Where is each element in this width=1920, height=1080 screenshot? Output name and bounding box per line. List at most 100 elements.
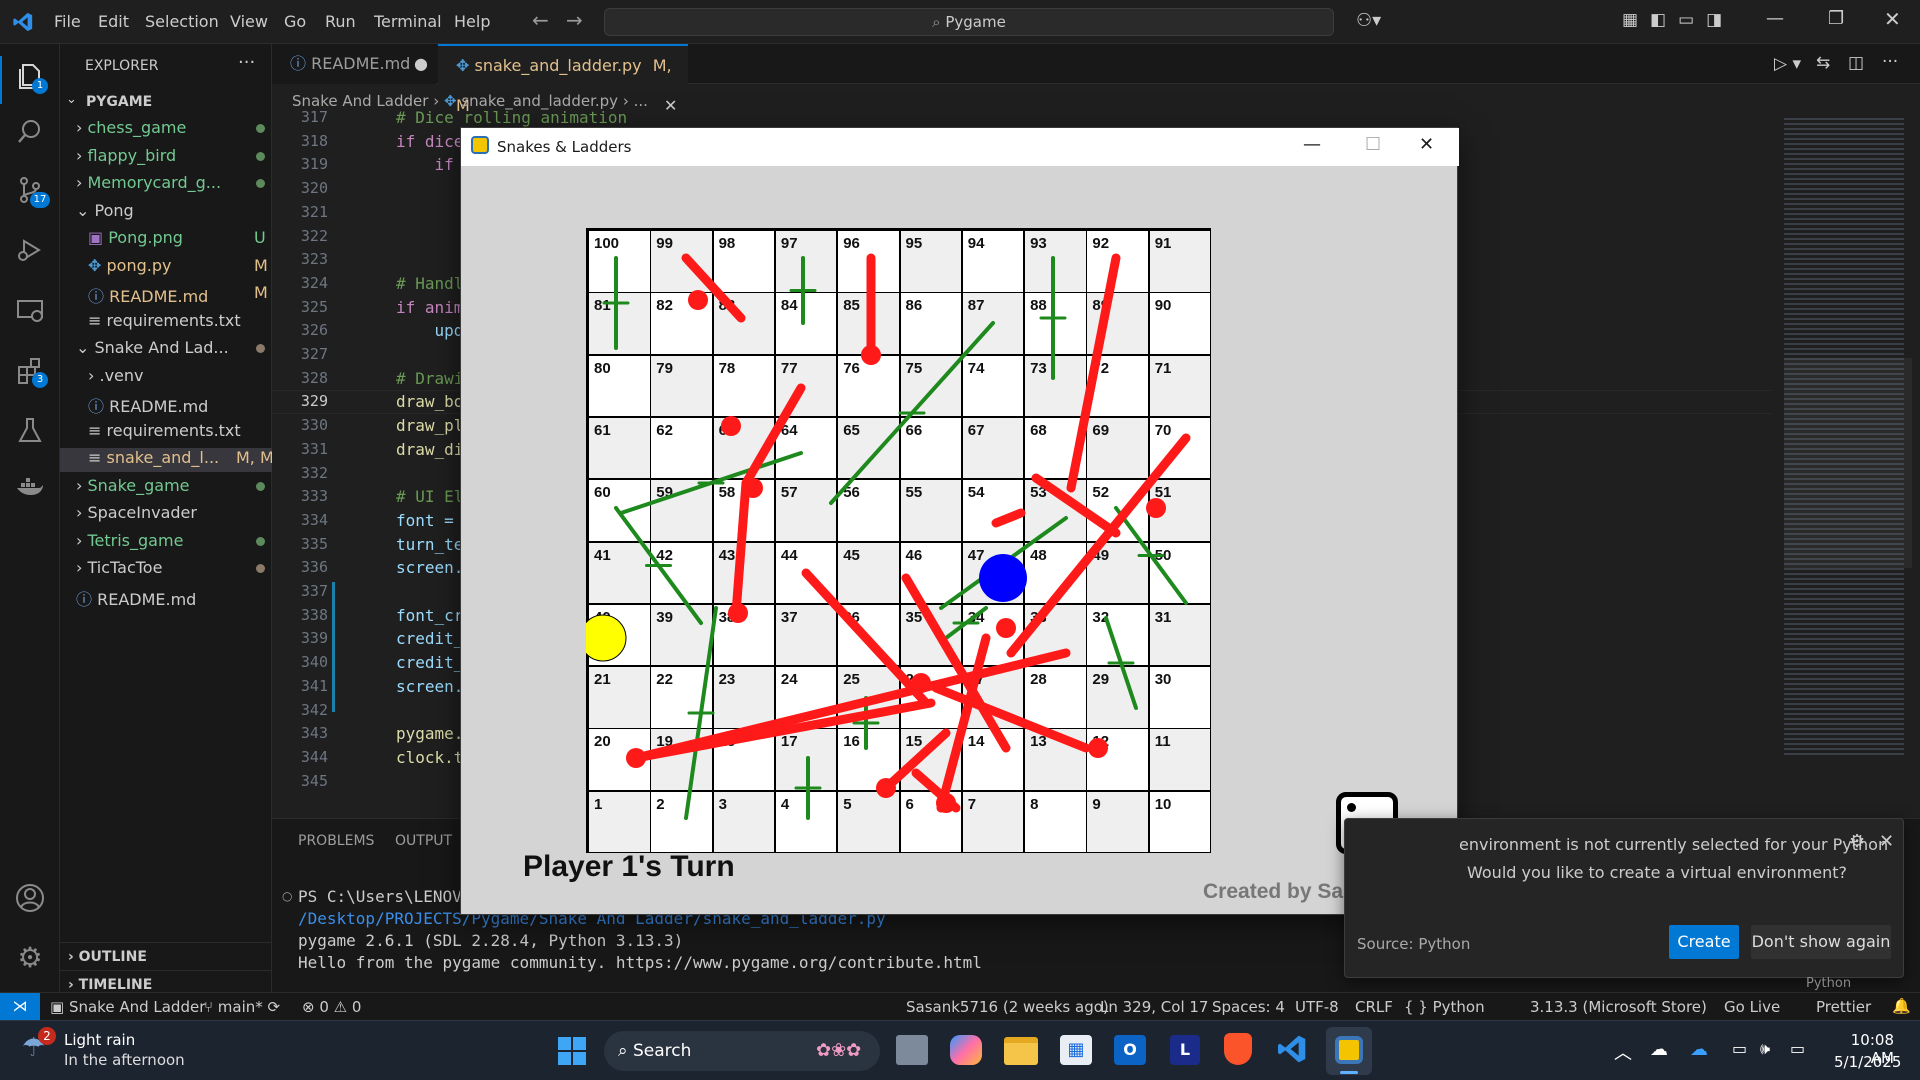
task-view-icon[interactable] [896, 1035, 928, 1065]
game-title-bar[interactable]: Snakes & Ladders — ☐ ✕ [461, 128, 1459, 166]
menu-run[interactable]: Run [325, 12, 356, 31]
explorer-icon[interactable]: 1 [14, 60, 48, 94]
taskbar-search[interactable]: ⌕ Search ✿❀✿ [604, 1031, 880, 1071]
remote-indicator[interactable]: ⋊ [0, 993, 40, 1021]
pygame-window[interactable]: Snakes & Ladders — ☐ ✕ 100 99 98 97 96 95 94 93… [460, 127, 1459, 915]
network-icon[interactable]: ▭ [1732, 1039, 1747, 1058]
tree-item[interactable]: › TicTacToe [76, 558, 162, 577]
l-app-icon[interactable]: L [1170, 1035, 1200, 1065]
split-editor-icon[interactable]: ◫ [1848, 53, 1864, 73]
clock-date[interactable]: 5/1/2025 [1834, 1053, 1901, 1071]
tree-item[interactable]: › .venv [88, 366, 144, 385]
tray-chevron-icon[interactable]: ︿ [1614, 1039, 1632, 1065]
status-encoding[interactable]: UTF-8 [1295, 998, 1339, 1016]
tree-item[interactable]: ✥ pong.py [88, 256, 171, 275]
run-python-icon[interactable]: ▷ ▾ [1774, 54, 1801, 74]
tree-item[interactable]: ▣ Pong.png [88, 228, 183, 247]
breadcrumb-symbol[interactable]: ... [634, 92, 648, 110]
file-explorer-icon[interactable] [1004, 1037, 1038, 1065]
game-minimize-button[interactable]: — [1303, 134, 1321, 155]
explorer-root[interactable]: PYGAME [86, 94, 152, 110]
panel-tab-problems[interactable]: PROBLEMS [298, 833, 374, 849]
source-control-icon[interactable]: 17 [14, 174, 50, 208]
minimap-slider[interactable] [1784, 358, 1912, 568]
menu-edit[interactable]: Edit [98, 12, 129, 31]
tree-item[interactable]: › Tetris_game [76, 531, 183, 550]
docker-icon[interactable] [14, 472, 46, 504]
timeline-section[interactable]: › TIMELINE [60, 970, 272, 993]
run-debug-icon[interactable] [14, 234, 46, 266]
notification-gear-icon[interactable]: ⚙ [1849, 831, 1865, 852]
layout-icons[interactable]: ▦◧▭◨ [1622, 10, 1734, 30]
tray-cloud-icon[interactable]: ☁ [1650, 1039, 1668, 1060]
outline-section[interactable]: › OUTLINE [60, 942, 272, 965]
onedrive-icon[interactable]: ☁ [1690, 1039, 1708, 1060]
status-blame[interactable]: Sasank5716 (2 weeks ago) [906, 998, 1109, 1016]
restore-window-button[interactable]: ❐ [1828, 8, 1844, 29]
panel-tab-output[interactable]: OUTPUT [395, 833, 452, 849]
tree-item[interactable]: › Snake_game [76, 476, 190, 495]
status-go-live[interactable]: Go Live [1724, 998, 1780, 1016]
back-arrow-icon[interactable]: ← [532, 8, 549, 32]
tree-item[interactable]: ⌄ Pong [76, 201, 134, 220]
copilot-icon[interactable]: ⚇▾ [1356, 10, 1381, 31]
tree-item[interactable]: ⌄ Snake And Lad... [76, 338, 229, 357]
create-venv-button[interactable]: Create [1669, 925, 1739, 959]
tree-item[interactable]: ⓘ README.md [88, 283, 208, 307]
settings-gear-icon[interactable]: ⚙ [14, 942, 46, 974]
tree-item[interactable]: ≡ snake_and_l... [88, 448, 219, 467]
tree-item[interactable]: › Memorycard_g... [76, 173, 221, 192]
status-cursor-position[interactable]: Ln 329, Col 17 [1100, 998, 1208, 1016]
status-folder[interactable]: ▣ Snake And Ladder [50, 998, 205, 1016]
more-actions-icon[interactable]: ··· [1882, 52, 1898, 72]
search-icon[interactable] [14, 116, 46, 148]
menu-view[interactable]: View [230, 12, 268, 31]
status-language[interactable]: { } Python [1404, 998, 1485, 1016]
game-close-button[interactable]: ✕ [1419, 134, 1434, 155]
battery-icon[interactable]: ▭ [1790, 1039, 1805, 1058]
tree-item[interactable]: ≡ requirements.txt [88, 421, 241, 440]
minimize-window-button[interactable]: — [1766, 8, 1784, 29]
status-indentation[interactable]: Spaces: 4 [1212, 998, 1285, 1016]
forward-arrow-icon[interactable]: → [566, 8, 583, 32]
tab-readme[interactable]: ⓘ README.md ● [272, 44, 436, 84]
status-interpreter[interactable]: 3.13.3 (Microsoft Store) [1530, 998, 1707, 1016]
outlook-icon[interactable]: O [1114, 1035, 1146, 1065]
weather-widget[interactable]: ☂ 2 Light rain In the afternoon [22, 1027, 202, 1073]
explorer-root-chevron-icon[interactable]: ⌄ [66, 92, 77, 107]
menu-selection[interactable]: Selection [145, 12, 219, 31]
status-branch[interactable]: ⑂ main* ⟳ [204, 998, 280, 1016]
notification-close-icon[interactable]: ✕ [1879, 831, 1894, 852]
volume-icon[interactable]: 🕪 [1760, 1039, 1770, 1059]
explorer-more-icon[interactable]: ··· [238, 52, 255, 73]
vscode-taskbar-icon[interactable] [1276, 1033, 1308, 1069]
tree-item[interactable]: › SpaceInvader [76, 503, 197, 522]
command-center[interactable]: ⌕ Pygame [604, 8, 1334, 36]
compare-changes-icon[interactable]: ⇆ [1816, 53, 1830, 73]
tree-item[interactable]: ≡ requirements.txt [88, 311, 241, 330]
microsoft-store-icon[interactable]: ▦ [1060, 1035, 1092, 1065]
menu-help[interactable]: Help [454, 12, 490, 31]
start-windows-icon[interactable] [558, 1037, 586, 1065]
menu-file[interactable]: File [54, 12, 81, 31]
tab-snake-and-ladder[interactable]: ✥ snake_and_ladder.py M, M ✕ [438, 44, 688, 115]
brave-browser-icon[interactable] [1224, 1033, 1252, 1065]
menu-go[interactable]: Go [284, 12, 306, 31]
accounts-icon[interactable] [14, 882, 46, 914]
extensions-icon[interactable]: 3 [14, 354, 48, 388]
sync-icon[interactable]: ⟳ [263, 998, 281, 1016]
status-prettier[interactable]: Prettier [1816, 998, 1871, 1016]
pygame-taskbar-icon[interactable] [1326, 1027, 1372, 1075]
testing-flask-icon[interactable] [14, 414, 46, 446]
status-problems[interactable]: ⊗ 0 ⚠ 0 [302, 998, 361, 1016]
menu-terminal[interactable]: Terminal [374, 12, 442, 31]
tree-item[interactable]: › flappy_bird [76, 146, 176, 165]
tree-item[interactable]: › chess_game [76, 118, 186, 137]
tree-item[interactable]: ⓘ README.md [88, 393, 208, 417]
dont-show-again-button[interactable]: Don't show again [1751, 925, 1891, 959]
copilot-app-icon[interactable] [950, 1035, 982, 1065]
close-window-button[interactable]: ✕ [1884, 7, 1901, 31]
remote-explorer-icon[interactable] [14, 294, 46, 326]
tree-item[interactable]: ⓘ README.md [76, 586, 196, 610]
status-eol[interactable]: CRLF [1355, 998, 1393, 1016]
